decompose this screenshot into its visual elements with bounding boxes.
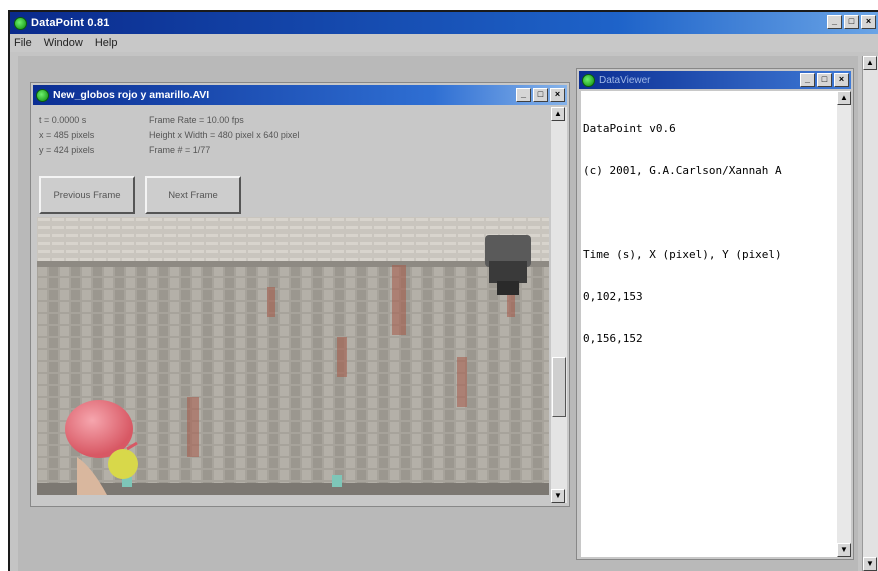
viewer-line: DataPoint v0.6 [583, 122, 676, 135]
video-frame[interactable] [37, 217, 549, 495]
x-readout: x = 485 pixels [39, 130, 95, 140]
data-viewer-title: DataViewer [599, 74, 651, 86]
video-window-icon [36, 88, 49, 102]
viewer-close-button[interactable]: × [834, 73, 849, 87]
close-button[interactable]: × [861, 15, 876, 29]
video-frame-image [37, 217, 549, 495]
data-viewer-scrollbar[interactable]: ▲ ▼ [837, 91, 851, 557]
viewer-scroll-down-icon[interactable]: ▼ [837, 543, 851, 557]
video-window-title-bar[interactable]: New_globos rojo y amarillo.AVI _ □ × [33, 85, 567, 105]
video-info: Frame Rate = 10.00 fps Height x Width = … [149, 113, 299, 158]
viewer-maximize-button[interactable]: □ [817, 73, 832, 87]
menu-file[interactable]: File [14, 37, 32, 49]
frame-number-readout: Frame # = 1/77 [149, 145, 211, 155]
video-minimize-button[interactable]: _ [516, 88, 531, 102]
data-viewer-window: DataViewer _ □ × DataPoint v0.6 (c) 2001… [576, 68, 854, 560]
minimize-button[interactable]: _ [827, 15, 842, 29]
y-readout: y = 424 pixels [39, 145, 95, 155]
viewer-line: 0,156,152 [583, 332, 643, 345]
previous-frame-button[interactable]: Previous Frame [39, 176, 135, 214]
menu-bar: File Window Help [10, 34, 878, 52]
next-frame-button[interactable]: Next Frame [145, 176, 241, 214]
data-viewer-text[interactable]: DataPoint v0.6 (c) 2001, G.A.Carlson/Xan… [581, 91, 837, 557]
video-scroll-thumb[interactable] [552, 357, 566, 417]
app-icon [14, 16, 27, 30]
main-window: DataPoint 0.81 _ □ × File Window Help ▲ … [8, 10, 878, 571]
viewer-minimize-button[interactable]: _ [800, 73, 815, 87]
frame-rate-readout: Frame Rate = 10.00 fps [149, 115, 244, 125]
video-window: New_globos rojo y amarillo.AVI _ □ × t =… [30, 82, 570, 507]
time-readout: t = 0.0000 s [39, 115, 87, 125]
video-scroll-down-icon[interactable]: ▼ [551, 489, 565, 503]
viewer-line: Time (s), X (pixel), Y (pixel) [583, 248, 782, 261]
app-title-bar[interactable]: DataPoint 0.81 _ □ × [10, 12, 878, 34]
workspace-scrollbar[interactable]: ▲ ▼ [862, 56, 878, 571]
viewer-line [583, 206, 835, 220]
scroll-up-arrow-icon[interactable]: ▲ [863, 56, 877, 70]
viewer-scroll-up-icon[interactable]: ▲ [837, 91, 851, 105]
dimensions-readout: Height x Width = 480 pixel x 640 pixel [149, 130, 300, 140]
app-title: DataPoint 0.81 [31, 17, 110, 29]
video-window-title: New_globos rojo y amarillo.AVI [53, 89, 210, 101]
viewer-line: 0,102,153 [583, 290, 643, 303]
menu-help[interactable]: Help [95, 37, 118, 49]
video-scrollbar[interactable]: ▲ ▼ [551, 107, 567, 503]
menu-window[interactable]: Window [44, 37, 83, 49]
data-viewer-icon [582, 73, 595, 87]
position-info: t = 0.0000 s x = 485 pixels y = 424 pixe… [39, 113, 94, 158]
scroll-down-arrow-icon[interactable]: ▼ [863, 557, 877, 571]
maximize-button[interactable]: □ [844, 15, 859, 29]
data-viewer-title-bar[interactable]: DataViewer _ □ × [579, 71, 851, 89]
video-maximize-button[interactable]: □ [533, 88, 548, 102]
video-scroll-up-icon[interactable]: ▲ [551, 107, 565, 121]
video-close-button[interactable]: × [550, 88, 565, 102]
viewer-line: (c) 2001, G.A.Carlson/Xannah A [583, 164, 782, 177]
